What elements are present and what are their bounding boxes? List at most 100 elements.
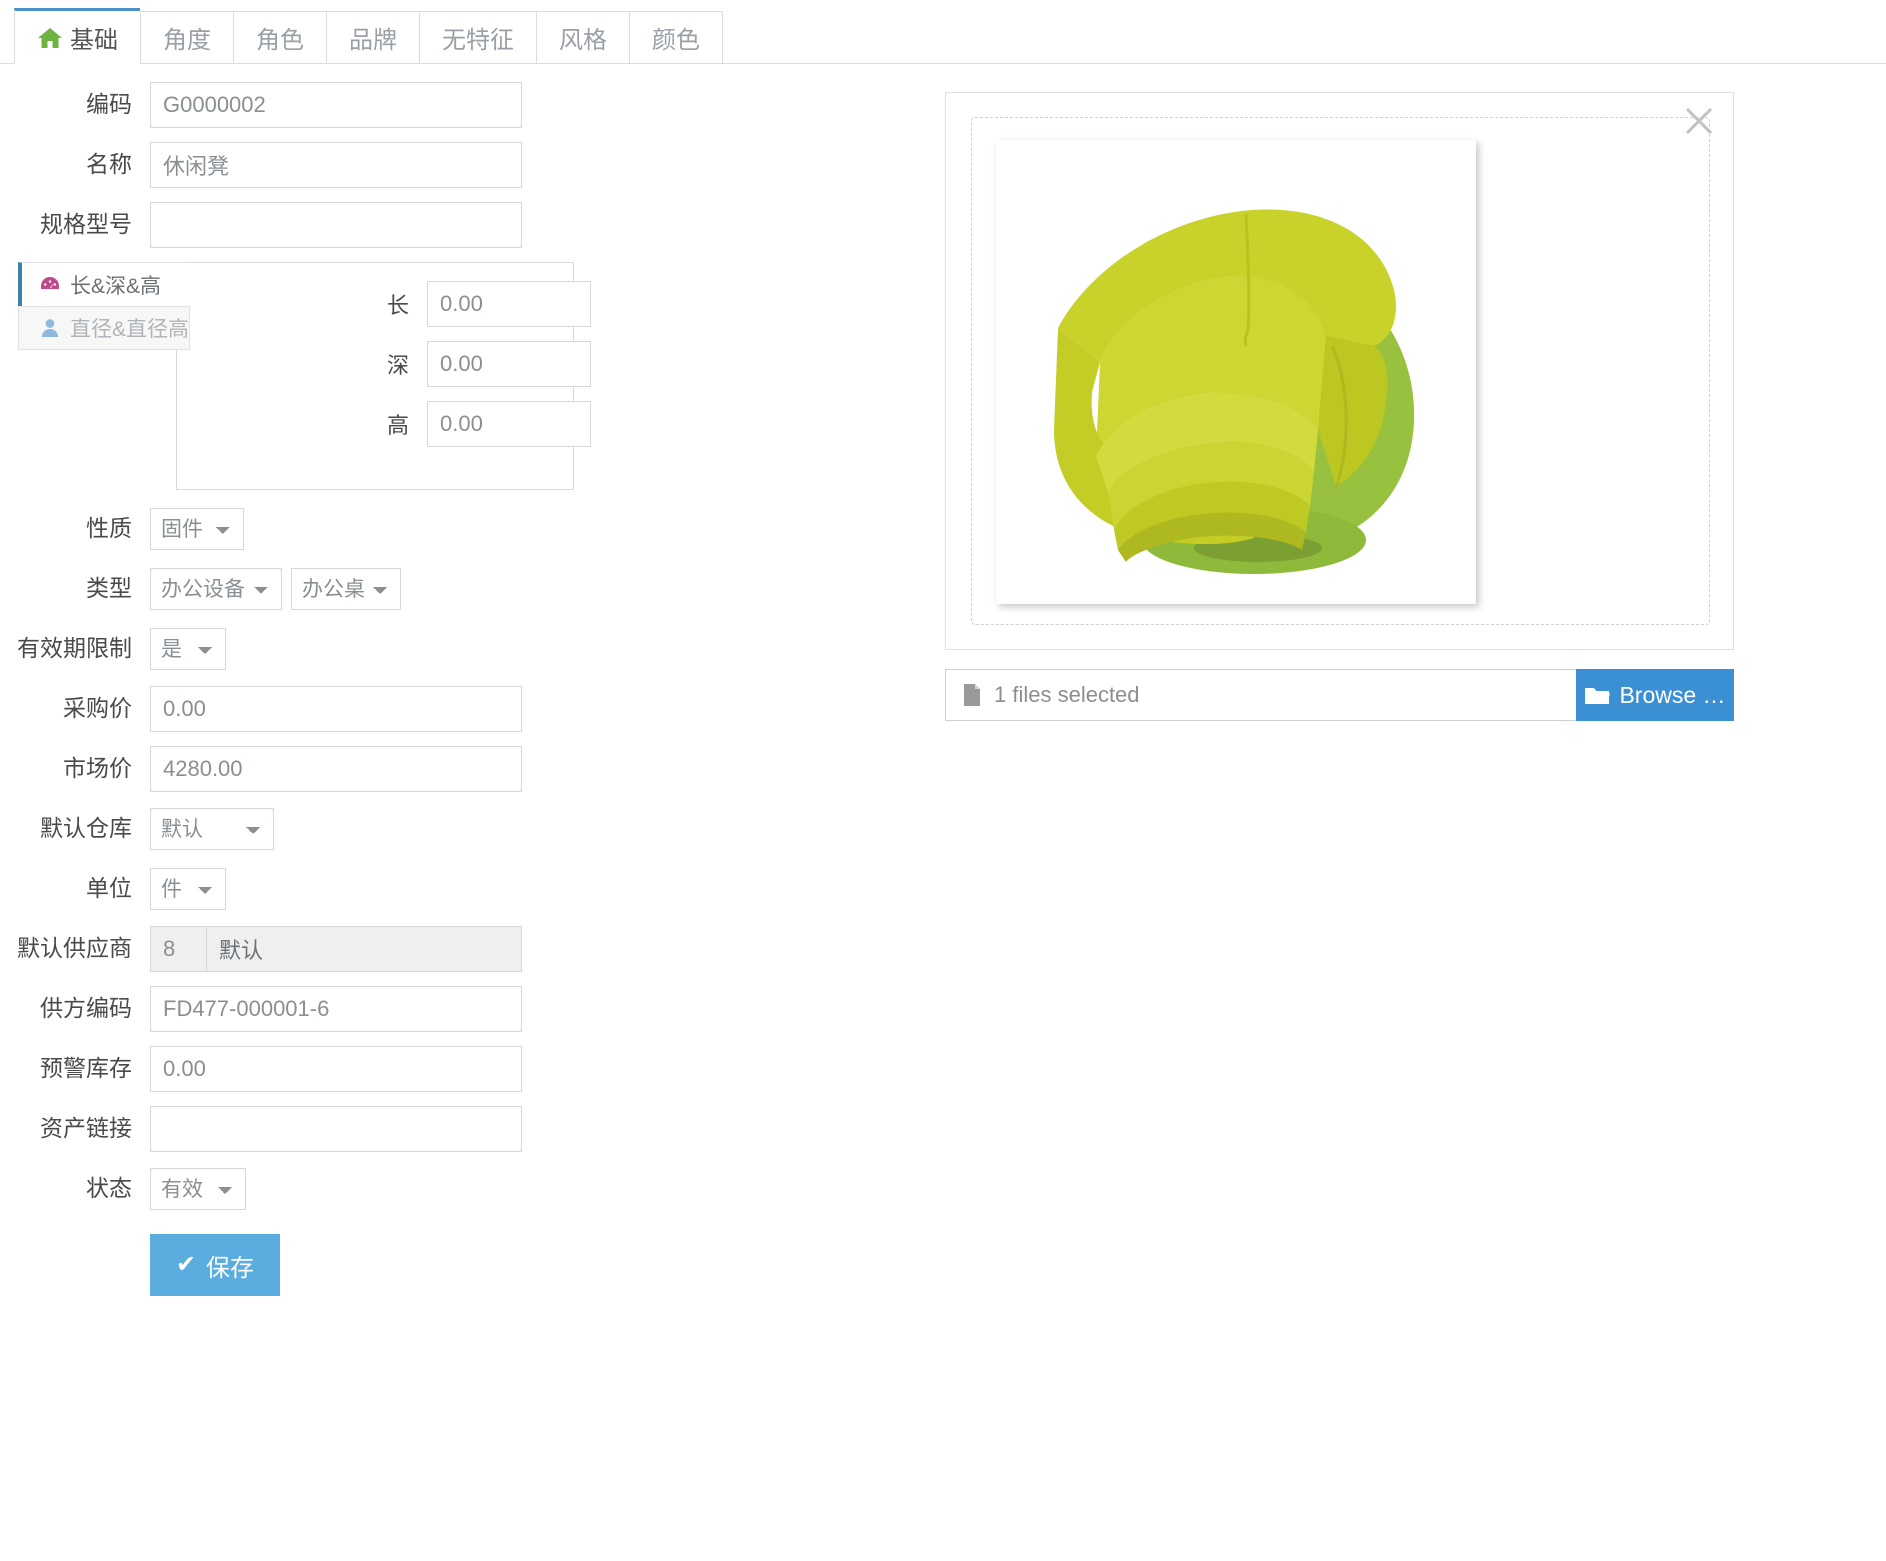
field-row-purchase-price: 采购价 — [0, 686, 720, 732]
height-input[interactable] — [427, 401, 591, 447]
product-image-thumbnail[interactable] — [996, 140, 1476, 604]
tab-label: 品牌 — [349, 27, 397, 54]
asset-link-label: 资产链接 — [40, 1115, 132, 1142]
dimension-block: 长 深 高 — [18, 262, 591, 490]
supplier-split-input — [150, 926, 522, 972]
dimension-panel: 长 深 高 — [176, 262, 591, 490]
browse-button[interactable]: Browse … — [1576, 669, 1734, 721]
browse-button-label: Browse … — [1619, 681, 1726, 708]
home-icon — [37, 26, 63, 50]
dimension-row-length: 长 — [367, 281, 591, 327]
field-row-spec: 规格型号 — [0, 202, 720, 248]
unit-select[interactable]: 件 — [150, 868, 226, 910]
file-input-row: 1 files selected Browse … — [945, 669, 1734, 721]
market-price-input[interactable] — [150, 746, 522, 792]
spec-input[interactable] — [150, 202, 522, 248]
dimension-row-depth: 深 — [367, 341, 591, 387]
field-row-name: 名称 — [0, 142, 720, 188]
supplier-label: 默认供应商 — [17, 935, 132, 962]
tab-label: 角色 — [256, 27, 304, 54]
warning-stock-input[interactable] — [150, 1046, 522, 1092]
purchase-price-input[interactable] — [150, 686, 522, 732]
supplier-code-label: 供方编码 — [40, 995, 132, 1022]
warning-stock-label: 预警库存 — [40, 1055, 132, 1082]
vtab-length-depth-height[interactable]: 长&深&高 — [18, 262, 190, 306]
image-dropzone[interactable] — [971, 117, 1710, 625]
field-row-warehouse: 默认仓库 默认 — [0, 806, 720, 852]
check-icon: ✔ — [175, 1251, 197, 1278]
field-row-type: 类型 办公设备 办公桌 — [0, 566, 720, 612]
name-label: 名称 — [86, 151, 132, 178]
field-row-supplier: 默认供应商 — [0, 926, 720, 972]
tab-bar: 基础 角度 角色 品牌 无特征 风格 颜色 — [0, 0, 1886, 64]
validity-select[interactable]: 是 — [150, 628, 226, 670]
field-row-validity: 有效期限制 是 — [0, 626, 720, 672]
supplier-name-input — [207, 927, 521, 971]
name-input[interactable] — [150, 142, 522, 188]
dashboard-icon — [39, 274, 61, 296]
save-button[interactable]: ✔ 保存 — [150, 1234, 280, 1296]
code-input[interactable] — [150, 82, 522, 128]
tab-label: 基础 — [70, 27, 118, 54]
warehouse-select[interactable]: 默认 — [150, 808, 274, 850]
tab-brand[interactable]: 品牌 — [326, 11, 419, 63]
field-row-status: 状态 有效 — [0, 1166, 720, 1212]
tab-basic[interactable]: 基础 — [14, 8, 140, 64]
validity-label: 有效期限制 — [17, 635, 132, 662]
spec-label: 规格型号 — [40, 211, 132, 238]
dimension-vertical-tabs: 长&深&高 直径&直径高 — [18, 262, 190, 350]
field-row-nature: 性质 固件 — [0, 506, 720, 552]
field-row-market-price: 市场价 — [0, 746, 720, 792]
length-label: 长 — [386, 293, 409, 318]
tab-label: 颜色 — [652, 27, 700, 54]
tab-label: 无特征 — [442, 27, 514, 54]
vtab-label: 长&深&高 — [70, 274, 162, 298]
field-row-supplier-code: 供方编码 — [0, 986, 720, 1032]
folder-icon — [1584, 685, 1611, 706]
market-price-label: 市场价 — [63, 755, 132, 782]
tab-label: 角度 — [163, 27, 211, 54]
field-row-warning-stock: 预警库存 — [0, 1046, 720, 1092]
warehouse-label: 默认仓库 — [40, 815, 132, 842]
depth-label: 深 — [386, 353, 409, 378]
depth-input[interactable] — [427, 341, 591, 387]
dimension-fields: 长 深 高 — [367, 281, 591, 461]
code-label: 编码 — [86, 91, 132, 118]
field-row-unit: 单位 件 — [0, 866, 720, 912]
field-row-asset-link: 资产链接 — [0, 1106, 720, 1152]
close-icon[interactable] — [1681, 103, 1717, 139]
type-category-select[interactable]: 办公设备 — [150, 568, 282, 610]
vtab-label: 直径&直径高 — [70, 318, 190, 341]
tab-role[interactable]: 角色 — [233, 11, 326, 63]
save-row: ✔ 保存 — [0, 1234, 720, 1296]
asset-link-input[interactable] — [150, 1106, 522, 1152]
tab-style[interactable]: 风格 — [536, 11, 629, 63]
image-upload-panel — [945, 92, 1734, 650]
status-label: 状态 — [86, 1175, 132, 1202]
type-label: 类型 — [86, 575, 132, 602]
product-detail-page: 基础 角度 角色 品牌 无特征 风格 颜色 编码 名称 规 — [0, 0, 1886, 1561]
file-status-label: 1 files selected — [994, 682, 1140, 707]
length-input[interactable] — [427, 281, 591, 327]
save-button-label: 保存 — [206, 1254, 255, 1282]
dimension-row-height: 高 — [367, 401, 591, 447]
field-row-code: 编码 — [0, 82, 720, 128]
user-icon — [39, 317, 61, 339]
height-label: 高 — [386, 413, 409, 438]
nature-label: 性质 — [86, 515, 132, 542]
vtab-diameter-height[interactable]: 直径&直径高 — [18, 306, 190, 350]
tab-color[interactable]: 颜色 — [629, 11, 723, 63]
file-status[interactable]: 1 files selected — [945, 669, 1576, 721]
product-form: 编码 名称 规格型号 长 深 — [0, 64, 720, 1296]
file-icon — [962, 683, 982, 707]
purchase-price-label: 采购价 — [63, 695, 132, 722]
supplier-id-input — [151, 927, 207, 971]
nature-select[interactable]: 固件 — [150, 508, 244, 550]
status-select[interactable]: 有效 — [150, 1168, 246, 1210]
tab-label: 风格 — [559, 27, 607, 54]
tab-no-feature[interactable]: 无特征 — [419, 11, 536, 63]
type-subcategory-select[interactable]: 办公桌 — [291, 568, 401, 610]
unit-label: 单位 — [86, 875, 132, 902]
supplier-code-input[interactable] — [150, 986, 522, 1032]
tab-angle[interactable]: 角度 — [140, 11, 233, 63]
